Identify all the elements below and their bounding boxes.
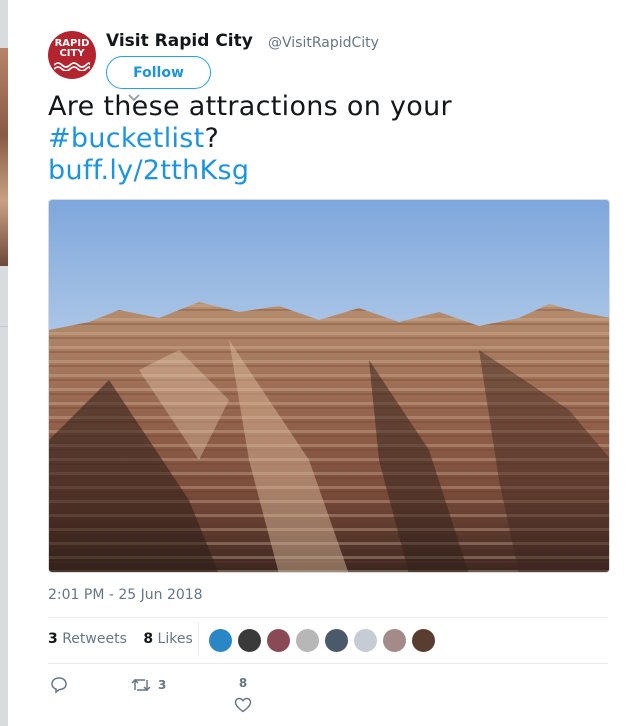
avatar-logo: RAPID CITY — [54, 38, 90, 59]
tweet-card: RAPID CITY Visit Rapid City @VisitRapidC… — [8, 0, 640, 726]
follow-button[interactable]: Follow — [106, 56, 211, 89]
background-divider — [0, 326, 8, 327]
display-name[interactable]: Visit Rapid City — [106, 31, 253, 51]
tweet-photo[interactable] — [48, 199, 610, 573]
retweets-stat[interactable]: 3 Retweets — [48, 631, 127, 647]
stats-separator — [198, 622, 199, 656]
user-handle[interactable]: @VisitRapidCity — [268, 35, 379, 51]
tweet-text-punct: ? — [204, 123, 220, 154]
tweet-text: Are these attractions on your #bucketlis… — [48, 91, 608, 187]
hashtag-link[interactable]: #bucketlist — [48, 123, 205, 154]
reply-icon — [51, 677, 67, 694]
background-page — [0, 0, 8, 726]
tweet-timestamp[interactable]: 2:01 PM - 25 Jun 2018 — [48, 587, 203, 603]
liker-avatar[interactable] — [382, 628, 407, 653]
avatar[interactable]: RAPID CITY — [48, 31, 96, 79]
liker-avatar[interactable] — [324, 628, 349, 653]
like-button[interactable]: 8 — [234, 676, 252, 714]
heart-icon — [234, 697, 252, 713]
liker-avatar[interactable] — [295, 628, 320, 653]
divider — [48, 663, 608, 664]
reply-button[interactable] — [50, 676, 68, 694]
liker-avatar[interactable] — [411, 628, 436, 653]
liker-avatar[interactable] — [208, 628, 233, 653]
liker-avatars — [208, 628, 440, 654]
background-image-edge — [0, 48, 8, 266]
liker-avatar[interactable] — [353, 628, 378, 653]
tweet-text-plain: Are these attractions on your — [48, 91, 452, 122]
likes-stat[interactable]: 8 Likes — [143, 631, 192, 647]
liker-avatar[interactable] — [266, 628, 291, 653]
avatar-waves-icon — [54, 62, 90, 71]
retweet-icon — [131, 678, 151, 692]
tweet-stats: 3 Retweets 8 Likes — [48, 631, 205, 647]
badlands-photo — [49, 200, 609, 572]
url-link[interactable]: buff.ly/2tthKsg — [48, 155, 249, 186]
retweet-button[interactable]: 3 — [130, 676, 166, 694]
like-count: 8 — [238, 676, 248, 690]
divider — [48, 617, 608, 618]
retweet-count: 3 — [158, 678, 167, 692]
liker-avatar[interactable] — [237, 628, 262, 653]
